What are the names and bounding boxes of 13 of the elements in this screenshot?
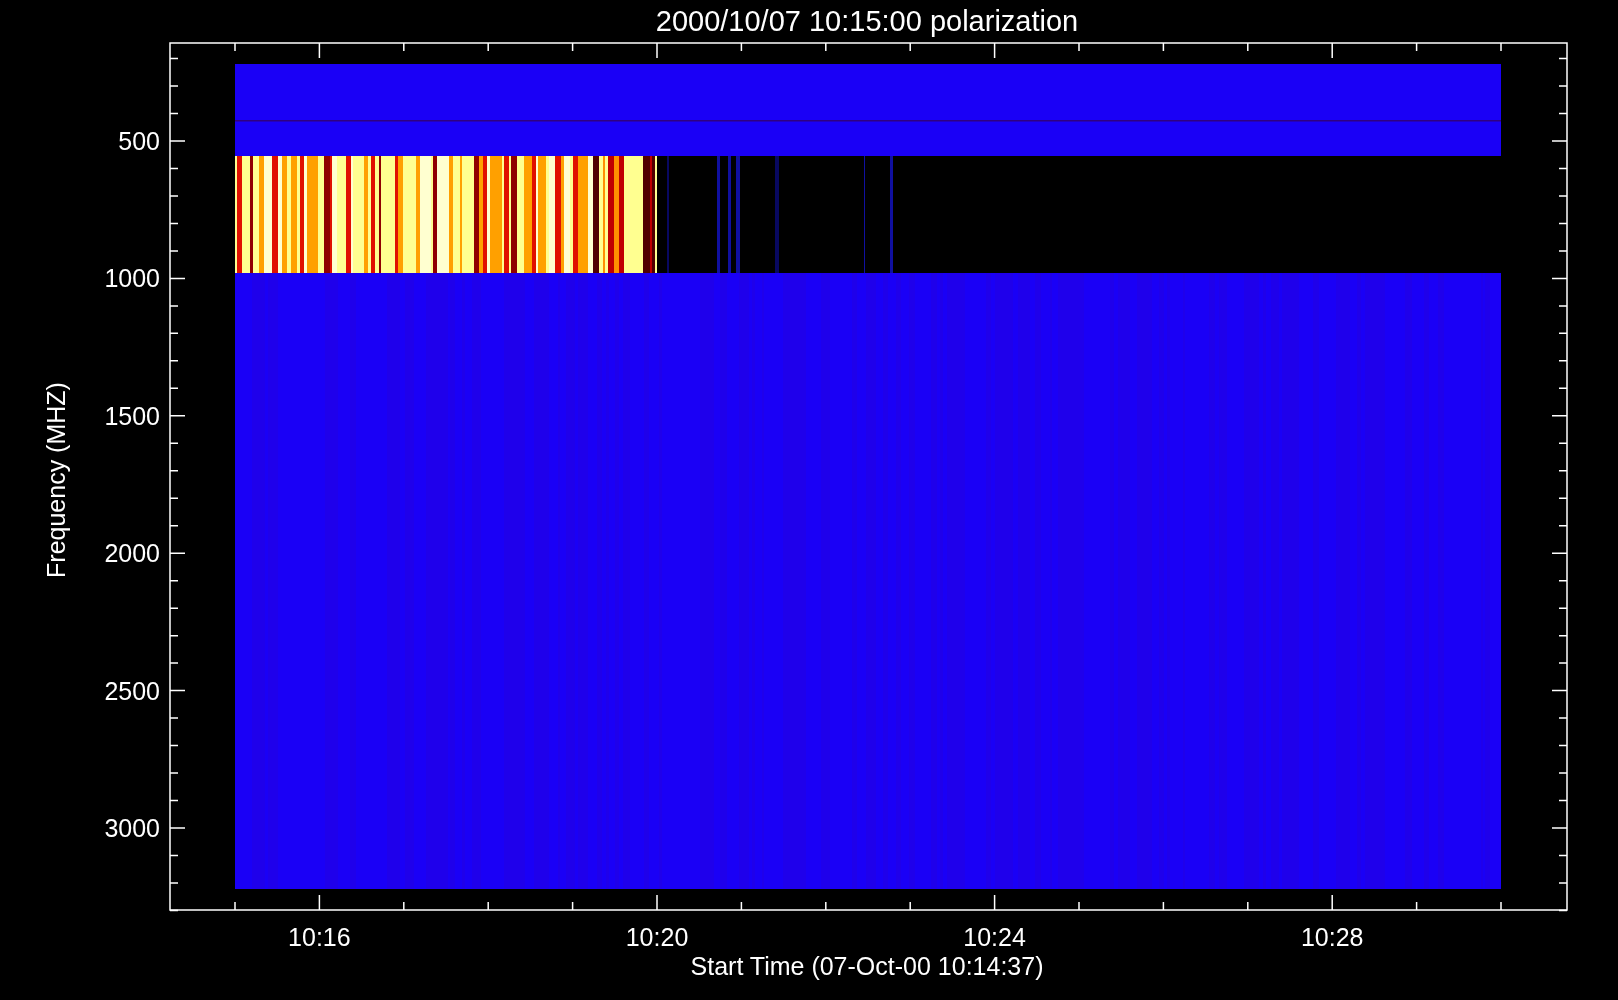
y-tick-label: 1500 — [104, 401, 160, 430]
x-tick-label: 10:20 — [625, 923, 689, 951]
plot-title: 2000/10/07 10:15:00 polarization — [655, 5, 1079, 37]
y-tick-label: 2500 — [104, 676, 160, 705]
y-tick-label: 500 — [118, 127, 160, 155]
x-tick-label: 10:24 — [963, 923, 1026, 951]
y-tick-label: 2000 — [104, 539, 160, 568]
x-tick-label: 10:28 — [1300, 923, 1364, 951]
y-tick-label: 1000 — [104, 264, 160, 293]
y-tick-label: 3000 — [104, 814, 160, 842]
x-axis-label: Start Time (07-Oct-00 10:14:37) — [690, 952, 1044, 980]
y-axis-label: Frequency (MHZ) — [42, 382, 70, 578]
x-tick-label: 10:16 — [288, 923, 351, 951]
